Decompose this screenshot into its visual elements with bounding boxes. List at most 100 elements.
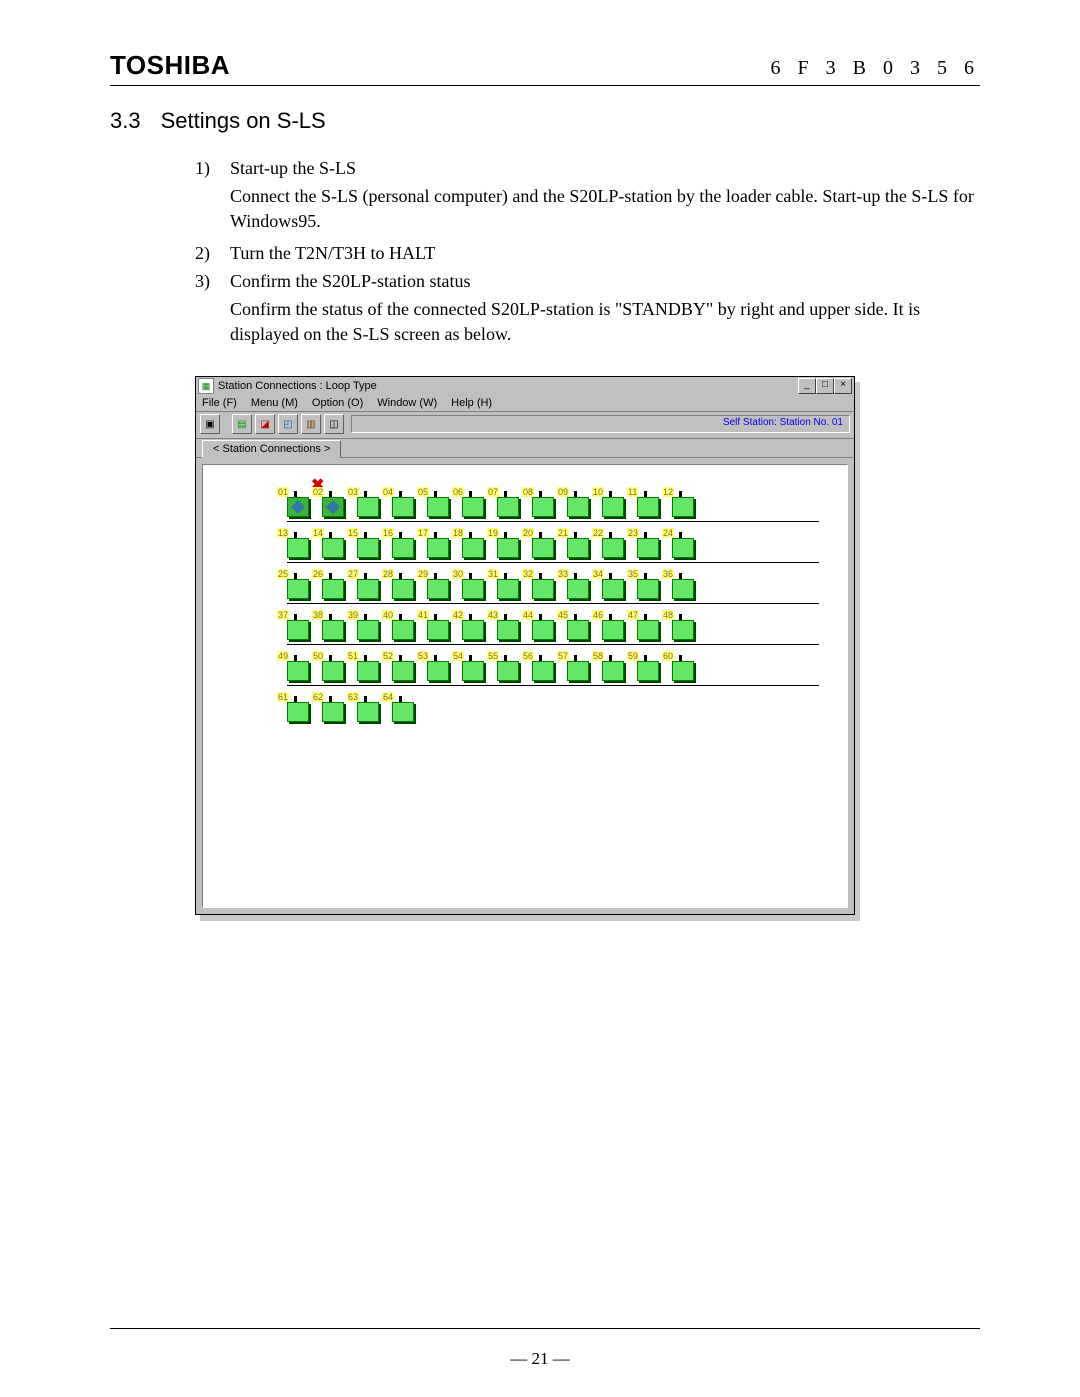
station-node[interactable]: 54 — [462, 653, 488, 679]
station-node[interactable]: 38 — [322, 612, 348, 638]
menu-help[interactable]: Help (H) — [451, 397, 492, 409]
station-node[interactable]: 36 — [672, 571, 698, 597]
station-number: 11 — [627, 487, 638, 497]
station-number: 04 — [382, 487, 394, 497]
station-box-icon — [357, 661, 379, 681]
station-node[interactable]: 58 — [602, 653, 628, 679]
station-node[interactable]: 45 — [567, 612, 593, 638]
station-number: 43 — [487, 610, 499, 620]
station-node[interactable]: 14 — [322, 530, 348, 556]
station-node[interactable]: 29 — [427, 571, 453, 597]
station-node[interactable]: 51 — [357, 653, 383, 679]
station-node[interactable]: 46 — [602, 612, 628, 638]
station-node[interactable]: 57 — [567, 653, 593, 679]
station-box-icon — [462, 579, 484, 599]
station-number: 13 — [277, 528, 289, 538]
station-node[interactable]: 20 — [532, 530, 558, 556]
station-node[interactable]: 10 — [602, 489, 628, 515]
station-node[interactable]: 22 — [602, 530, 628, 556]
station-node[interactable]: 64 — [392, 694, 418, 720]
station-node[interactable]: 41 — [427, 612, 453, 638]
station-number: 48 — [662, 610, 674, 620]
toolbar-button[interactable]: ▥ — [301, 414, 321, 434]
station-node[interactable]: 53 — [427, 653, 453, 679]
station-node[interactable]: 09 — [567, 489, 593, 515]
toolbar: ▣ ▤ ◪ ◰ ▥ ◫ Self Station: Station No. 01 — [196, 411, 854, 439]
station-node[interactable]: 27 — [357, 571, 383, 597]
station-number: 59 — [627, 651, 639, 661]
toolbar-button[interactable]: ◫ — [324, 414, 344, 434]
station-node[interactable]: 49 — [287, 653, 313, 679]
station-node[interactable]: 19 — [497, 530, 523, 556]
station-node[interactable]: 28 — [392, 571, 418, 597]
station-node[interactable]: 48 — [672, 612, 698, 638]
station-node[interactable]: 59 — [637, 653, 663, 679]
station-node[interactable]: 62 — [322, 694, 348, 720]
toolbar-button[interactable]: ▤ — [232, 414, 252, 434]
station-node[interactable]: 08 — [532, 489, 558, 515]
station-node[interactable]: 30 — [462, 571, 488, 597]
menu-window[interactable]: Window (W) — [377, 397, 437, 409]
station-node[interactable]: 23 — [637, 530, 663, 556]
station-node[interactable]: 34 — [602, 571, 628, 597]
close-button[interactable]: × — [834, 378, 852, 394]
station-number: 49 — [277, 651, 289, 661]
station-node[interactable]: 26 — [322, 571, 348, 597]
station-box-icon — [392, 702, 414, 722]
station-node[interactable]: 18 — [462, 530, 488, 556]
station-node[interactable]: 01 — [287, 489, 313, 515]
station-box-icon — [602, 620, 624, 640]
station-number: 07 — [487, 487, 499, 497]
station-node[interactable]: 35 — [637, 571, 663, 597]
station-node[interactable]: 50 — [322, 653, 348, 679]
maximize-button[interactable]: □ — [816, 378, 834, 394]
station-node[interactable]: 03 — [357, 489, 383, 515]
station-node[interactable]: 39 — [357, 612, 383, 638]
station-node[interactable]: 11 — [637, 489, 663, 515]
station-number: 38 — [312, 610, 324, 620]
station-node[interactable]: 24 — [672, 530, 698, 556]
station-node[interactable]: 31 — [497, 571, 523, 597]
station-node[interactable]: 55 — [497, 653, 523, 679]
station-node[interactable]: 06 — [462, 489, 488, 515]
station-node[interactable]: 52 — [392, 653, 418, 679]
station-node[interactable]: 13 — [287, 530, 313, 556]
station-node[interactable]: 61 — [287, 694, 313, 720]
station-node[interactable]: 15 — [357, 530, 383, 556]
station-node[interactable]: 02 — [322, 489, 348, 515]
station-node[interactable]: 40 — [392, 612, 418, 638]
minimize-button[interactable]: _ — [798, 378, 816, 394]
station-node[interactable]: 60 — [672, 653, 698, 679]
toolbar-button[interactable]: ◪ — [255, 414, 275, 434]
station-node[interactable]: 05 — [427, 489, 453, 515]
station-node[interactable]: 32 — [532, 571, 558, 597]
station-number: 53 — [417, 651, 429, 661]
menu-option[interactable]: Option (O) — [312, 397, 363, 409]
station-node[interactable]: 07 — [497, 489, 523, 515]
station-node[interactable]: 33 — [567, 571, 593, 597]
station-node[interactable]: 43 — [497, 612, 523, 638]
station-node[interactable]: 16 — [392, 530, 418, 556]
station-node[interactable]: 56 — [532, 653, 558, 679]
station-node[interactable]: 04 — [392, 489, 418, 515]
station-box-icon — [357, 579, 379, 599]
station-node[interactable]: 25 — [287, 571, 313, 597]
toolbar-button[interactable]: ▣ — [200, 414, 220, 434]
station-box-icon — [392, 620, 414, 640]
toolbar-button[interactable]: ◰ — [278, 414, 298, 434]
station-box-icon — [567, 620, 589, 640]
station-node[interactable]: 44 — [532, 612, 558, 638]
station-node[interactable]: 17 — [427, 530, 453, 556]
station-node[interactable]: 12 — [672, 489, 698, 515]
menu-file[interactable]: File (F) — [202, 397, 237, 409]
station-box-icon — [497, 497, 519, 517]
station-number: 01 — [277, 487, 289, 497]
station-node[interactable]: 42 — [462, 612, 488, 638]
menu-menu[interactable]: Menu (M) — [251, 397, 298, 409]
station-node[interactable]: 21 — [567, 530, 593, 556]
station-node[interactable]: 63 — [357, 694, 383, 720]
station-node[interactable]: 47 — [637, 612, 663, 638]
station-number: 31 — [487, 569, 499, 579]
tab-station-connections[interactable]: < Station Connections > — [202, 440, 341, 458]
station-node[interactable]: 37 — [287, 612, 313, 638]
